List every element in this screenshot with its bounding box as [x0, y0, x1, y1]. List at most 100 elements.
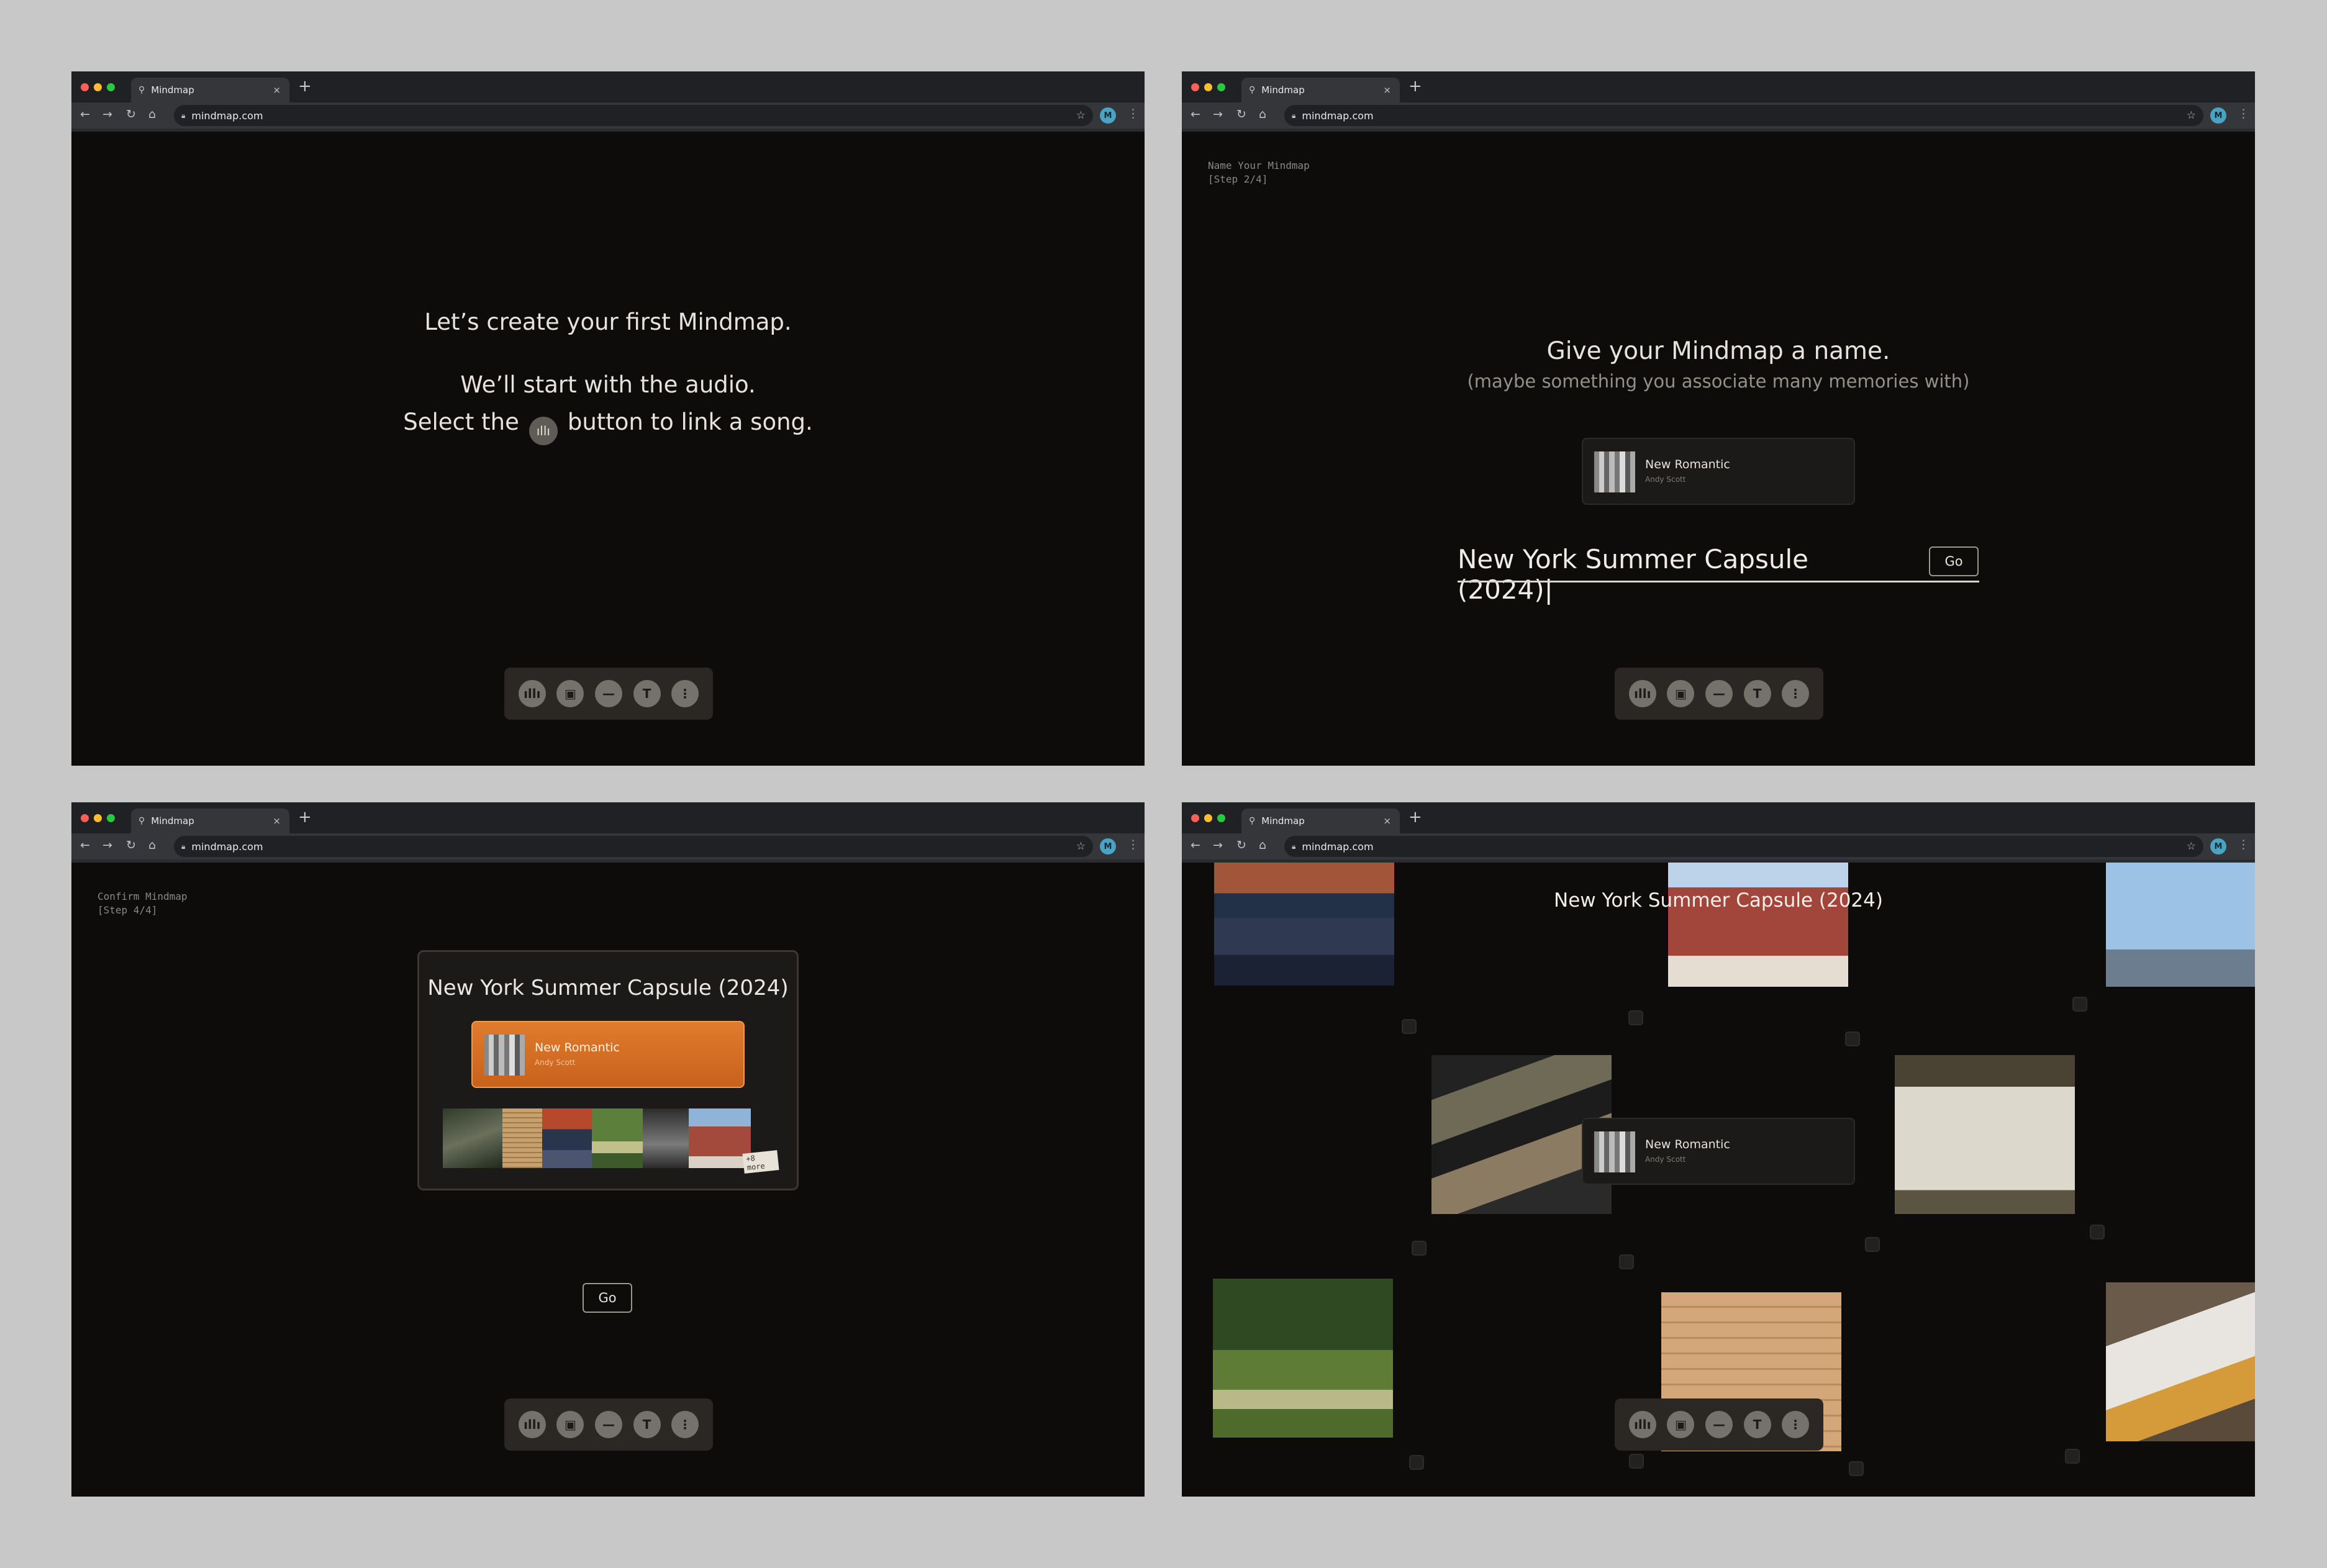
browser-tab[interactable]: ⚲ Mindmap × — [1241, 809, 1400, 833]
selected-song-card[interactable]: New Romantic Andy Scott — [471, 1021, 745, 1088]
go-button[interactable]: Go — [583, 1283, 632, 1313]
divider-button[interactable]: — — [594, 1411, 622, 1438]
image-button[interactable]: ▣ — [1667, 1411, 1695, 1438]
tab-close-icon[interactable]: × — [273, 815, 281, 827]
new-tab-button[interactable]: + — [1408, 808, 1422, 827]
photo-park[interactable] — [1213, 1279, 1393, 1438]
minimize-window-button[interactable] — [1204, 814, 1212, 822]
empty-slot[interactable] — [1409, 1455, 1424, 1470]
forward-icon[interactable]: → — [102, 838, 112, 852]
more-button[interactable]: ⋮ — [1782, 680, 1810, 707]
image-button[interactable]: ▣ — [556, 680, 584, 707]
url-input[interactable]: 🔒︎ mindmap.com ☆ — [174, 836, 1093, 857]
mindmap-name-input[interactable]: New York Summer Capsule (2024)| — [1458, 544, 1905, 610]
maximize-window-button[interactable] — [1217, 814, 1225, 822]
photo-pizza-box[interactable] — [1895, 1055, 2075, 1214]
close-window-button[interactable] — [1191, 814, 1199, 822]
go-button[interactable]: Go — [1929, 546, 1979, 576]
text-button[interactable]: T — [633, 680, 661, 707]
divider-button[interactable]: — — [1705, 680, 1733, 707]
more-button[interactable]: ⋮ — [671, 1411, 699, 1438]
empty-slot[interactable] — [1412, 1241, 1427, 1256]
reload-icon[interactable]: ↻ — [126, 107, 136, 121]
text-button[interactable]: T — [1743, 680, 1771, 707]
empty-slot[interactable] — [1629, 1454, 1644, 1469]
tab-close-icon[interactable]: × — [1383, 84, 1391, 96]
close-window-button[interactable] — [1191, 83, 1199, 91]
tab-close-icon[interactable]: × — [1383, 815, 1391, 827]
bookmark-star-icon[interactable]: ☆ — [1076, 109, 1086, 122]
reload-icon[interactable]: ↻ — [1236, 107, 1246, 121]
photo-sky-sculpture[interactable] — [2106, 863, 2255, 987]
profile-avatar[interactable]: M — [1100, 838, 1116, 854]
reload-icon[interactable]: ↻ — [126, 838, 136, 852]
empty-slot[interactable] — [2090, 1225, 2105, 1239]
bookmark-star-icon[interactable]: ☆ — [1076, 840, 1086, 853]
new-tab-button[interactable]: + — [298, 808, 312, 827]
more-button[interactable]: ⋮ — [671, 680, 699, 707]
home-icon[interactable]: ⌂ — [148, 838, 156, 852]
back-icon[interactable]: ← — [1191, 107, 1200, 121]
photo-stadium[interactable] — [1214, 863, 1394, 986]
empty-slot[interactable] — [1865, 1237, 1880, 1252]
photo-fries[interactable] — [2106, 1282, 2255, 1441]
audio-button[interactable]: ıllı — [518, 680, 546, 707]
url-input[interactable]: 🔒︎ mindmap.com ☆ — [1284, 836, 2203, 857]
browser-menu-icon[interactable]: ⋮ — [1127, 838, 1139, 851]
bookmark-star-icon[interactable]: ☆ — [2187, 840, 2196, 853]
photo-church[interactable] — [1668, 863, 1848, 987]
home-icon[interactable]: ⌂ — [1259, 107, 1266, 121]
forward-icon[interactable]: → — [1213, 838, 1223, 852]
maximize-window-button[interactable] — [107, 83, 115, 91]
bookmark-star-icon[interactable]: ☆ — [2187, 109, 2196, 122]
minimize-window-button[interactable] — [1204, 83, 1212, 91]
reload-icon[interactable]: ↻ — [1236, 838, 1246, 852]
maximize-window-button[interactable] — [1217, 83, 1225, 91]
audio-button[interactable]: ıllı — [1628, 1411, 1656, 1438]
close-window-button[interactable] — [81, 83, 89, 91]
browser-menu-icon[interactable]: ⋮ — [2238, 107, 2249, 120]
empty-slot[interactable] — [1845, 1031, 1860, 1046]
song-card[interactable]: New Romantic Andy Scott — [1582, 438, 1855, 505]
audio-button[interactable]: ıllı — [1628, 680, 1656, 707]
browser-tab[interactable]: ⚲ Mindmap × — [131, 809, 289, 833]
close-window-button[interactable] — [81, 814, 89, 822]
empty-slot[interactable] — [1402, 1019, 1417, 1034]
new-tab-button[interactable]: + — [298, 77, 312, 96]
empty-slot[interactable] — [2072, 997, 2087, 1012]
back-icon[interactable]: ← — [1191, 838, 1200, 852]
profile-avatar[interactable]: M — [1100, 107, 1116, 124]
back-icon[interactable]: ← — [80, 838, 90, 852]
new-tab-button[interactable]: + — [1408, 77, 1422, 96]
profile-avatar[interactable]: M — [2210, 838, 2226, 854]
empty-slot[interactable] — [2065, 1449, 2080, 1464]
divider-button[interactable]: — — [1705, 1411, 1733, 1438]
home-icon[interactable]: ⌂ — [148, 107, 156, 121]
empty-slot[interactable] — [1849, 1461, 1864, 1476]
audio-button[interactable]: ıllı — [518, 1411, 546, 1438]
url-input[interactable]: 🔒︎ mindmap.com ☆ — [1284, 105, 2203, 126]
more-button[interactable]: ⋮ — [1782, 1411, 1810, 1438]
browser-tab[interactable]: ⚲ Mindmap × — [131, 78, 289, 102]
song-card[interactable]: New Romantic Andy Scott — [1582, 1118, 1855, 1185]
browser-menu-icon[interactable]: ⋮ — [2238, 838, 2249, 851]
forward-icon[interactable]: → — [102, 107, 112, 121]
image-button[interactable]: ▣ — [1667, 680, 1695, 707]
minimize-window-button[interactable] — [94, 83, 102, 91]
minimize-window-button[interactable] — [94, 814, 102, 822]
tab-close-icon[interactable]: × — [273, 84, 281, 96]
browser-menu-icon[interactable]: ⋮ — [1127, 107, 1139, 120]
divider-button[interactable]: — — [594, 680, 622, 707]
browser-tab[interactable]: ⚲ Mindmap × — [1241, 78, 1400, 102]
url-input[interactable]: 🔒︎ mindmap.com ☆ — [174, 105, 1093, 126]
text-button[interactable]: T — [1743, 1411, 1771, 1438]
text-button[interactable]: T — [633, 1411, 661, 1438]
maximize-window-button[interactable] — [107, 814, 115, 822]
image-button[interactable]: ▣ — [556, 1411, 584, 1438]
empty-slot[interactable] — [1619, 1254, 1634, 1269]
profile-avatar[interactable]: M — [2210, 107, 2226, 124]
forward-icon[interactable]: → — [1213, 107, 1223, 121]
empty-slot[interactable] — [1628, 1010, 1643, 1025]
home-icon[interactable]: ⌂ — [1259, 838, 1266, 852]
back-icon[interactable]: ← — [80, 107, 90, 121]
